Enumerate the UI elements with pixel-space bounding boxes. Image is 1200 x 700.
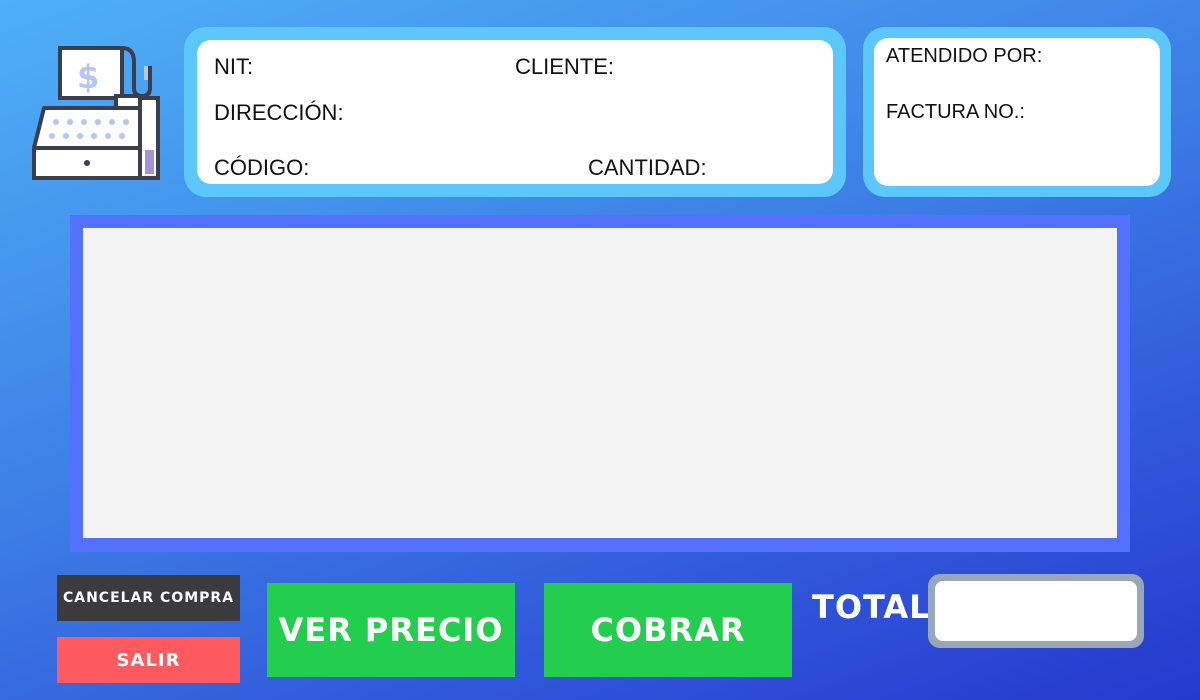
client-label: CLIENTE:: [515, 54, 615, 79]
total-label: TOTAL:: [812, 588, 945, 626]
svg-text:$: $: [77, 58, 99, 96]
items-list[interactable]: [83, 228, 1117, 538]
cash-register-icon: $: [32, 46, 160, 180]
invoice-number-label: FACTURA NO.:: [886, 101, 1025, 123]
customer-info-panel: NIT: CLIENTE: DIRECCIÓN: CÓDIGO: CANTIDA…: [184, 27, 846, 197]
quantity-label: CANTIDAD:: [588, 155, 707, 180]
customer-info-card: NIT: CLIENTE: DIRECCIÓN: CÓDIGO: CANTIDA…: [197, 40, 833, 184]
exit-button[interactable]: SALIR: [57, 637, 240, 683]
total-field-frame: [928, 574, 1144, 648]
attended-by-label: ATENDIDO POR:: [886, 45, 1043, 67]
address-label: DIRECCIÓN:: [214, 100, 344, 125]
staff-info-panel: ATENDIDO POR: FACTURA NO.:: [863, 27, 1171, 197]
items-list-frame: [70, 215, 1130, 552]
cancel-purchase-button[interactable]: CANCELAR COMPRA: [57, 575, 240, 621]
staff-info-card: ATENDIDO POR: FACTURA NO.:: [874, 38, 1160, 186]
total-field[interactable]: [935, 581, 1137, 641]
code-label: CÓDIGO:: [214, 155, 310, 180]
charge-button[interactable]: COBRAR: [544, 583, 792, 677]
view-price-button[interactable]: VER PRECIO: [267, 583, 515, 677]
nit-label: NIT:: [214, 54, 254, 79]
